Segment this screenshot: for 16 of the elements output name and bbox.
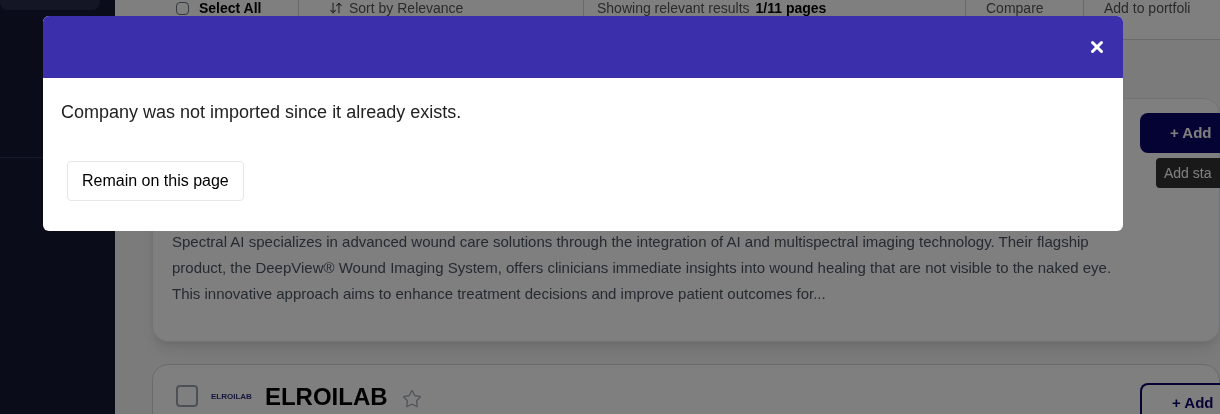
- add-button[interactable]: + Add: [1140, 383, 1220, 414]
- company-logo: ELROILAB: [211, 391, 252, 403]
- add-button[interactable]: + Add: [1140, 113, 1220, 153]
- select-all-label[interactable]: Select All: [199, 1, 262, 15]
- dialog-message: Company was not imported since it already exists.: [61, 101, 463, 124]
- close-icon[interactable]: [1088, 38, 1106, 56]
- star-icon[interactable]: [401, 389, 422, 409]
- company-description: Spectral AI specializes in advanced wound care solutions through the integration of AI and multispectral imaging technology. Their flagship product, the DeepView® Wound Imaging System, offers clinicians immediate insights into wound healing that are not visible to the naked eye. This innovative approach aims to enhance treatment decisions and improve patient outcomes for...: [172, 232, 1113, 304]
- tooltip: Add sta: [1156, 158, 1220, 188]
- checkbox[interactable]: [176, 385, 198, 407]
- results-label: Showing relevant results: [597, 1, 750, 15]
- company-name: ELROILAB: [264, 385, 388, 409]
- sort-icon: [329, 1, 343, 15]
- page-count: 1/11 pages: [755, 1, 827, 15]
- remain-button[interactable]: Remain on this page: [67, 161, 244, 201]
- checkbox[interactable]: [176, 1, 189, 15]
